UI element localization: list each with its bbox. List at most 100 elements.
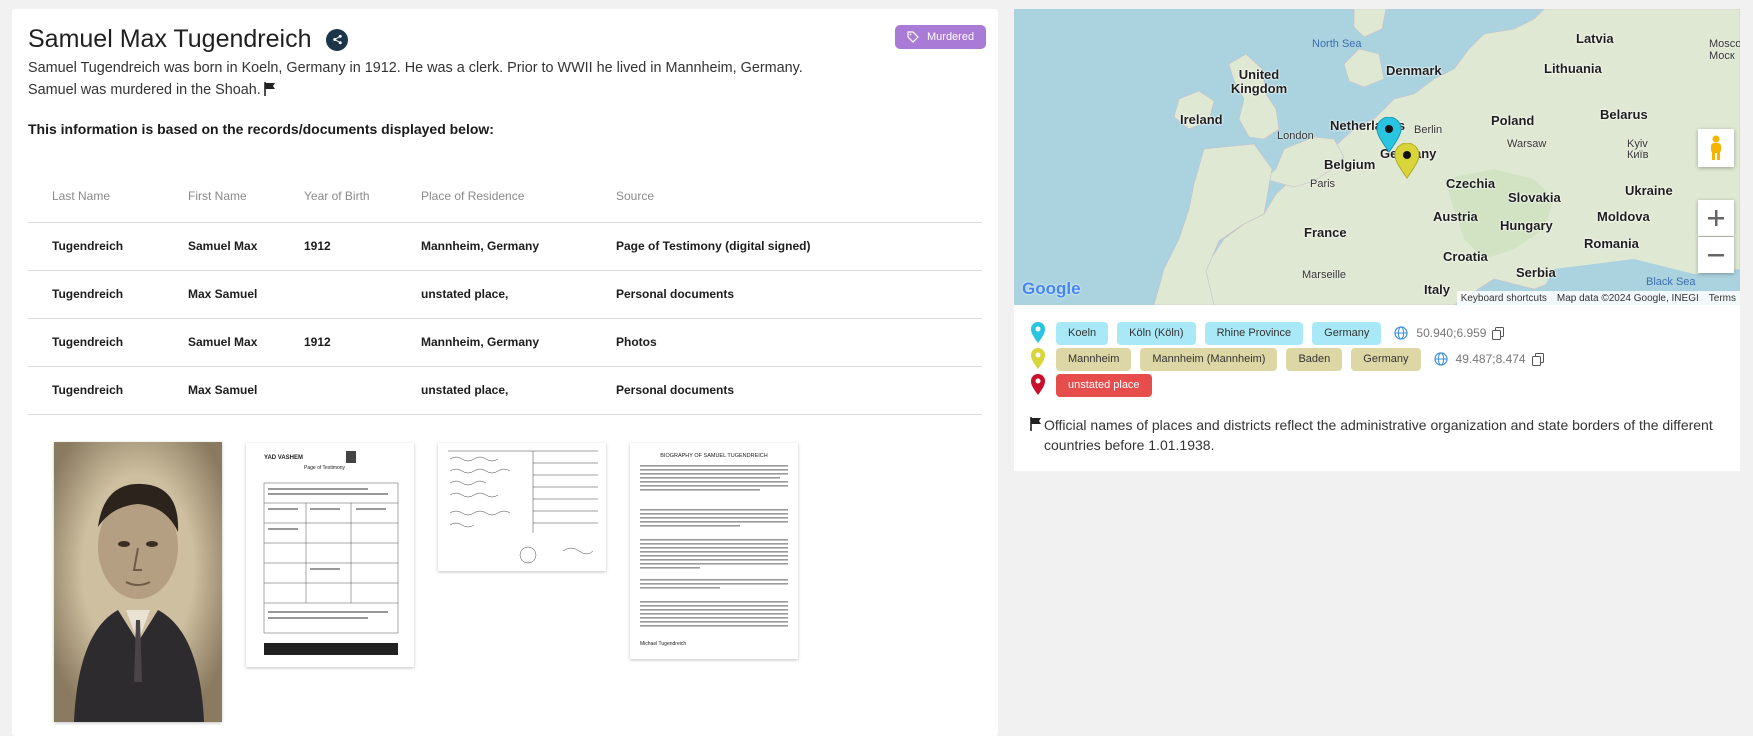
tag-icon	[907, 31, 919, 43]
table-row[interactable]: Tugendreich Max Samuel unstated place, P…	[28, 269, 982, 318]
table-cell: unstated place,	[397, 269, 592, 318]
place-chip[interactable]: Germany	[1312, 321, 1382, 345]
street-view-button[interactable]	[1698, 129, 1734, 167]
map-country-label: Croatia	[1443, 249, 1488, 264]
map-country-label: Moldova	[1597, 209, 1650, 224]
portrait-photo-thumbnail[interactable]	[54, 442, 222, 722]
biography-signature: Michael Tugendreich	[640, 641, 687, 647]
table-cell: 1912	[280, 317, 397, 366]
pegman-icon	[1711, 135, 1721, 160]
share-icon	[333, 34, 342, 45]
flag-icon	[1030, 417, 1041, 431]
coordinates-value: 49.487;8.474	[1455, 352, 1526, 366]
places-panel: Koeln Köln (Köln) Rhine Province Germany…	[1014, 305, 1740, 471]
biography-text: Samuel Tugendreich was born in Koeln, Ge…	[28, 57, 828, 101]
place-row-death: unstated place	[1030, 373, 1161, 397]
table-cell: unstated place,	[397, 365, 592, 415]
place-chip[interactable]: Baden	[1286, 347, 1343, 371]
flag-icon	[263, 82, 275, 96]
share-button[interactable]	[326, 28, 349, 51]
map-sea-label: North Sea	[1312, 38, 1362, 50]
zoom-in-button[interactable]	[1698, 200, 1734, 236]
coordinates-value: 50.940;6.959	[1416, 326, 1487, 340]
map-city-label: Київ	[1627, 149, 1649, 161]
table-row[interactable]: Tugendreich Max Samuel unstated place, P…	[28, 365, 982, 415]
map-city-label: Marseille	[1302, 269, 1347, 281]
biography-text-graphic	[640, 465, 788, 627]
map-country-label: Czechia	[1446, 176, 1496, 191]
map-view[interactable]: North Sea Black Sea Latvia Lithuania Den…	[1014, 9, 1740, 305]
map-city-label: Moscow	[1709, 38, 1740, 50]
map-data-attribution: Map data ©2024 Google, INEGI	[1556, 292, 1699, 304]
coordinates: 49.487;8.474	[1433, 352, 1544, 366]
table-cell: Tugendreich	[28, 221, 164, 270]
column-header[interactable]: Year of Birth	[280, 170, 397, 222]
place-chip[interactable]: Mannheim	[1056, 347, 1132, 371]
plus-icon	[1708, 210, 1724, 226]
map-city-label: Paris	[1310, 178, 1336, 190]
page-of-testimony-thumbnail[interactable]: YAD VASHEM Page of Testimony	[246, 443, 414, 667]
column-header[interactable]: Last Name	[28, 170, 164, 222]
handwritten-document-graphic	[448, 450, 598, 564]
map-country-label: Belgium	[1324, 157, 1376, 172]
table-row[interactable]: Tugendreich Samuel Max 1912 Mannheim, Ge…	[28, 317, 982, 366]
column-header[interactable]: Place of Residence	[397, 170, 592, 222]
map-country-label: Italy	[1424, 282, 1451, 297]
map-sea-label: Black Sea	[1646, 276, 1696, 288]
records-heading: This information is based on the records…	[28, 121, 494, 137]
table-cell: Personal documents	[592, 269, 982, 318]
place-chip[interactable]: Rhine Province	[1204, 321, 1304, 345]
place-row-residence: Mannheim Mannheim (Mannheim) Baden Germa…	[1030, 347, 1544, 371]
place-row-birth: Koeln Köln (Köln) Rhine Province Germany…	[1030, 321, 1505, 345]
title-row: Samuel Max Tugendreich	[28, 25, 349, 54]
map-country-label: Serbia	[1516, 265, 1556, 280]
map-country-label: Hungary	[1500, 218, 1553, 233]
map-city-label: Berlin	[1414, 124, 1443, 136]
table-cell: Samuel Max	[164, 221, 280, 270]
table-cell	[280, 269, 397, 318]
keyboard-shortcuts-link[interactable]: Keyboard shortcuts	[1461, 293, 1547, 304]
table-row[interactable]: Tugendreich Samuel Max 1912 Mannheim, Ge…	[28, 221, 982, 270]
map-city-label: London	[1277, 130, 1314, 142]
copy-icon[interactable]	[1492, 326, 1505, 340]
globe-icon	[1433, 352, 1448, 366]
map-country-label: United Kingdom	[1230, 67, 1288, 96]
map-pin-residence[interactable]	[1394, 143, 1420, 179]
table-cell: Tugendreich	[28, 365, 164, 415]
place-chip[interactable]: Mannheim (Mannheim)	[1140, 347, 1278, 371]
zoom-out-button[interactable]	[1698, 237, 1734, 273]
google-logo: Google	[1022, 279, 1081, 298]
status-badge-label: Murdered	[927, 31, 975, 43]
column-header[interactable]: First Name	[164, 170, 280, 222]
copy-icon[interactable]	[1531, 352, 1544, 366]
table-cell: Personal documents	[592, 365, 982, 415]
place-chip[interactable]: Germany	[1351, 347, 1421, 371]
table-cell: Photos	[592, 317, 982, 366]
column-header[interactable]: Source	[592, 170, 982, 222]
residence-pin-icon	[1031, 348, 1045, 369]
map-city-label: Warsaw	[1507, 138, 1547, 150]
terms-link[interactable]: Terms	[1709, 293, 1736, 304]
place-chip[interactable]: unstated place	[1056, 373, 1152, 397]
map-country-label: Slovakia	[1508, 190, 1561, 205]
personal-document-thumbnail[interactable]	[438, 443, 606, 571]
birth-pin-icon	[1031, 322, 1045, 343]
map-city-label: Моск	[1709, 50, 1735, 62]
map-country-label: Latvia	[1576, 31, 1614, 46]
map-country-label: Poland	[1491, 113, 1535, 128]
biography-document-thumbnail[interactable]: BIOGRAPHY OF SAMUEL TUGENDREICH Michael …	[630, 443, 798, 659]
person-details-panel: Samuel Max Tugendreich Murdered Samuel T…	[12, 9, 998, 736]
table-header-row: Last Name First Name Year of Birth Place…	[28, 170, 982, 222]
testimony-form-graphic	[263, 451, 399, 655]
place-names-note: Official names of places and districts r…	[1030, 415, 1730, 455]
bio-line-2: Samuel was murdered in the Shoah.	[28, 79, 828, 101]
map-country-label: Ukraine	[1625, 183, 1673, 198]
place-names-note-text: Official names of places and districts r…	[1044, 417, 1713, 453]
map-country-label: Austria	[1433, 209, 1478, 224]
map-country-label: Belarus	[1600, 107, 1648, 122]
place-chip[interactable]: Koeln	[1056, 321, 1109, 345]
place-chip[interactable]: Köln (Köln)	[1117, 321, 1196, 345]
map-country-label: France	[1304, 225, 1347, 240]
bio-line-1: Samuel Tugendreich was born in Koeln, Ge…	[28, 60, 803, 76]
table-cell	[280, 365, 397, 415]
